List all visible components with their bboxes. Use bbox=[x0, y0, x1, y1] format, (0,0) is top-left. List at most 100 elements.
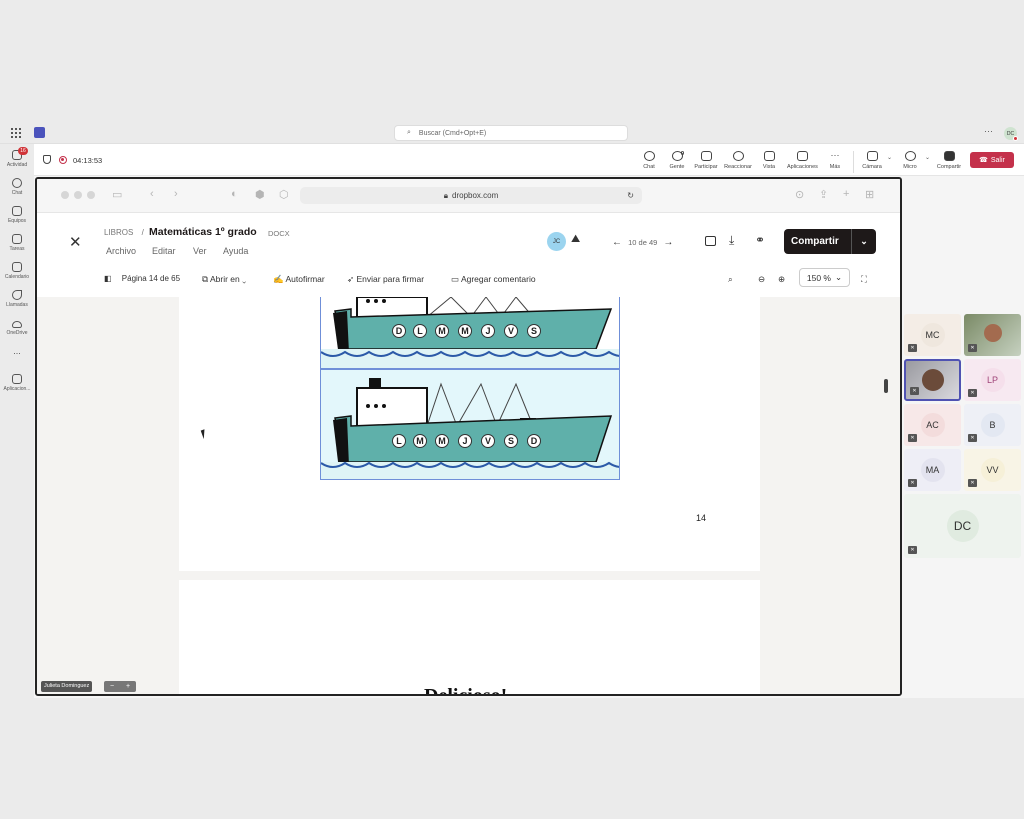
window-zoom-icon[interactable] bbox=[87, 191, 95, 199]
rail-calls[interactable]: Llamadas bbox=[0, 290, 34, 308]
rail-more[interactable]: ... bbox=[0, 346, 34, 356]
participant-tile[interactable]: B ✕ bbox=[964, 404, 1021, 446]
zoom-out-icon[interactable]: ⊖ bbox=[758, 274, 765, 285]
document-page: D L M M J V S L M M J V S D 14 bbox=[179, 297, 760, 571]
previous-file-icon[interactable]: ← bbox=[612, 237, 622, 248]
download-icon[interactable]: ⊙ bbox=[795, 188, 804, 201]
app-launcher-icon[interactable] bbox=[11, 128, 21, 138]
rail-activity[interactable]: 16 Actividad bbox=[0, 147, 34, 168]
link-icon[interactable]: ⚭ bbox=[755, 233, 765, 247]
rail-label: Tareas bbox=[9, 246, 25, 252]
participant-tile[interactable]: MC ✕ bbox=[904, 314, 961, 356]
privacy-shield-icon[interactable]: ◐ bbox=[231, 188, 238, 200]
participant-tile[interactable]: MA ✕ bbox=[904, 449, 961, 491]
reload-icon[interactable]: ↻ bbox=[627, 191, 634, 200]
self-sign-button[interactable]: ✍ Autofirmar bbox=[273, 274, 325, 285]
document-viewer[interactable]: D L M M J V S L M M J V S D 14 Delicioso… bbox=[37, 297, 900, 694]
sidebar-toggle-icon[interactable]: ▭ bbox=[112, 188, 122, 201]
breadcrumb-folder[interactable]: LIBROS bbox=[104, 228, 133, 237]
address-bar[interactable]: 🔒︎ dropbox.com ↻ bbox=[300, 187, 642, 204]
search-input[interactable]: ⌕ Buscar (Cmd+Opt+E) bbox=[394, 125, 628, 141]
people-button[interactable]: Gente bbox=[662, 151, 692, 170]
camera-options-chevron-icon[interactable]: ⌄ bbox=[887, 154, 892, 161]
comment-icon[interactable] bbox=[705, 236, 716, 246]
control-label: Participar bbox=[694, 164, 718, 170]
ship2-letter: D bbox=[527, 434, 541, 448]
share-icon[interactable]: ⇪ bbox=[819, 188, 828, 201]
participant-tile[interactable]: VV ✕ bbox=[964, 449, 1021, 491]
mic-options-chevron-icon[interactable]: ⌄ bbox=[925, 154, 930, 161]
more-icon: ··· bbox=[830, 150, 840, 160]
rail-chat[interactable]: Chat bbox=[0, 178, 34, 196]
more-icon[interactable]: ··· bbox=[984, 126, 993, 136]
rail-label: Equipos bbox=[7, 218, 27, 224]
zoom-in-icon[interactable]: ⊕ bbox=[778, 274, 785, 285]
rail-teams[interactable]: Equipos bbox=[0, 206, 34, 224]
more-button[interactable]: ··· Más bbox=[820, 150, 850, 171]
fullscreen-icon[interactable]: ⛶ bbox=[861, 274, 867, 285]
chat-button[interactable]: Chat bbox=[634, 151, 664, 170]
breadcrumb[interactable]: LIBROS / bbox=[104, 228, 144, 237]
shapes-icon[interactable]: ⛰ bbox=[571, 233, 580, 246]
rail-label: Actividad bbox=[6, 162, 28, 168]
menu-edit[interactable]: Editar bbox=[152, 246, 176, 256]
camera-button[interactable]: Cámara bbox=[857, 151, 887, 170]
scrollbar-thumb[interactable] bbox=[884, 379, 888, 393]
participant-tile[interactable]: AC ✕ bbox=[904, 404, 961, 446]
status-dot-icon bbox=[1013, 136, 1018, 141]
recording-icon bbox=[59, 156, 67, 164]
next-file-icon[interactable]: → bbox=[663, 237, 673, 248]
screen: ⌕ Buscar (Cmd+Opt+E) ··· DC 16 Actividad… bbox=[0, 0, 1024, 819]
react-button[interactable]: Reaccionar bbox=[723, 151, 753, 170]
open-in-button[interactable]: ⧉ Abrir en ⌄ bbox=[202, 274, 246, 285]
share-options-chevron-icon[interactable]: ⌄ bbox=[851, 229, 876, 254]
participant-video[interactable]: ✕ bbox=[964, 314, 1021, 356]
raise-hand-button[interactable]: Participar bbox=[691, 151, 721, 170]
meeting-timer: 04:13:53 bbox=[73, 156, 103, 165]
collaborator-avatar[interactable]: JC bbox=[547, 232, 566, 251]
ship-image: D L M M J V S bbox=[320, 297, 620, 369]
tab-overview-icon[interactable]: ⊞ bbox=[865, 188, 874, 201]
user-avatar[interactable]: DC bbox=[1004, 127, 1018, 141]
participant-video-active-speaker[interactable]: ✕ bbox=[904, 359, 961, 401]
mic-button[interactable]: Micro bbox=[895, 151, 925, 170]
window-close-icon[interactable] bbox=[61, 191, 69, 199]
extension-icon[interactable]: ⬢ bbox=[255, 188, 265, 201]
ship2-letter: V bbox=[481, 434, 495, 448]
download-icon[interactable]: ⤓ bbox=[729, 233, 734, 248]
back-icon[interactable]: ‹ bbox=[150, 188, 154, 200]
send-icon: ➶ bbox=[347, 274, 355, 284]
extension-icon[interactable]: ⬡ bbox=[279, 188, 289, 201]
activity-badge: 16 bbox=[18, 147, 28, 155]
zoom-in-button[interactable]: + bbox=[126, 683, 130, 690]
apps-button[interactable]: Aplicaciones bbox=[787, 151, 818, 170]
teams-icon bbox=[12, 206, 22, 216]
view-button[interactable]: Vista bbox=[754, 151, 784, 170]
ship1-letter: D bbox=[392, 324, 406, 338]
share-button[interactable]: Compartir ⌄ bbox=[784, 229, 876, 254]
participant-tile[interactable]: LP ✕ bbox=[964, 359, 1021, 401]
leave-button[interactable]: ☎ Salir bbox=[970, 152, 1014, 168]
rail-tasks[interactable]: Tareas bbox=[0, 234, 34, 252]
page-indicator[interactable]: ◧ Página 14 de 65 bbox=[104, 274, 180, 283]
new-tab-icon[interactable]: + bbox=[843, 188, 849, 200]
menu-view[interactable]: Ver bbox=[193, 246, 207, 256]
close-icon[interactable]: ✕ bbox=[69, 233, 82, 251]
forward-icon[interactable]: › bbox=[174, 188, 178, 200]
send-for-signature-button[interactable]: ➶ Enviar para firmar bbox=[347, 274, 424, 285]
menu-file[interactable]: Archivo bbox=[106, 246, 136, 256]
add-comment-button[interactable]: ▭ Agregar comentario bbox=[451, 274, 536, 285]
control-label: Vista bbox=[762, 164, 776, 170]
window-minimize-icon[interactable] bbox=[74, 191, 82, 199]
participant-tile-self[interactable]: DC ✕ bbox=[904, 494, 1021, 558]
rail-calendar[interactable]: Calendario bbox=[0, 262, 34, 280]
rail-onedrive[interactable]: OneDrive bbox=[0, 318, 34, 336]
menu-help[interactable]: Ayuda bbox=[223, 246, 248, 256]
search-icon[interactable]: ⌕ bbox=[728, 274, 733, 285]
document-extension: DOCX bbox=[268, 229, 290, 238]
zoom-out-button[interactable]: − bbox=[110, 683, 114, 690]
zoom-select[interactable]: 150 % ⌄ bbox=[799, 268, 850, 287]
rail-apps[interactable]: Aplicacion... bbox=[0, 374, 34, 392]
share-screen-button[interactable]: Compartir bbox=[934, 151, 964, 170]
rail-label: OneDrive bbox=[6, 330, 28, 336]
